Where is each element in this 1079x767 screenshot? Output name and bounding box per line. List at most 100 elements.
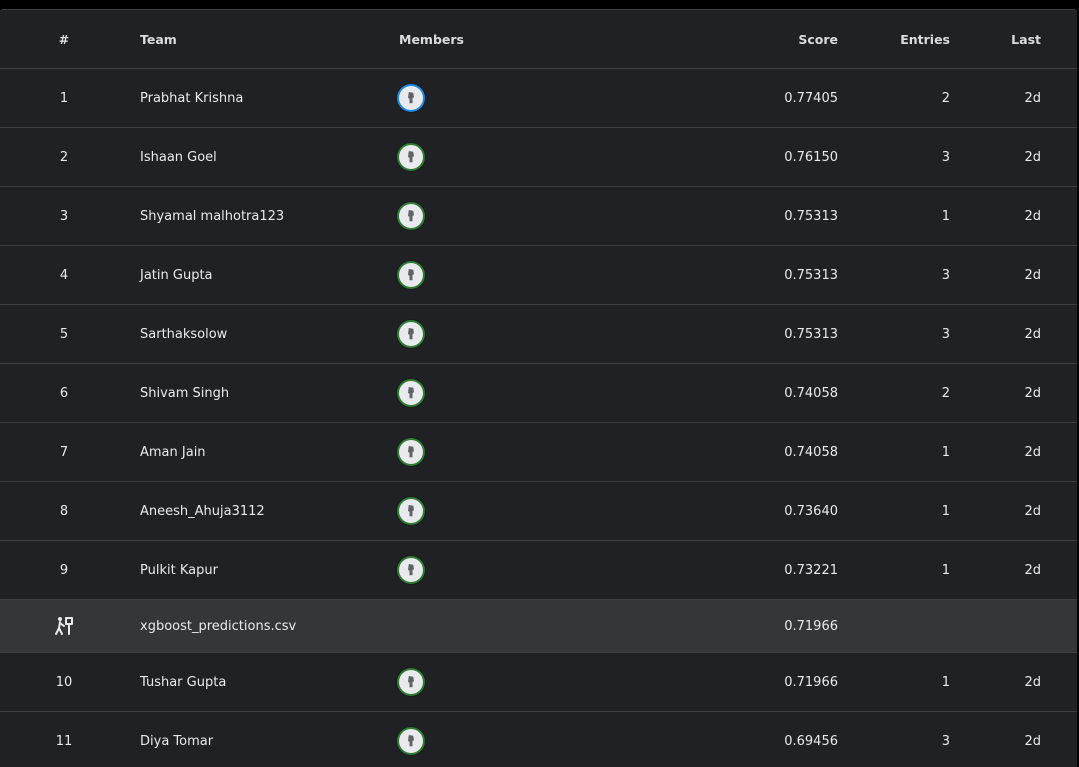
member-avatar[interactable] — [399, 145, 423, 169]
table-row[interactable]: 1 Prabhat Krishna 0.77405 2 2d — [0, 69, 1077, 128]
team-name[interactable]: Diya Tomar — [140, 712, 390, 767]
score-cell: 0.75313 — [784, 208, 838, 224]
team-name[interactable]: Shyamal malhotra123 — [140, 187, 390, 245]
last-cell: 2d — [1024, 562, 1041, 578]
team-name[interactable]: Aneesh_Ahuja3112 — [140, 482, 390, 540]
team-name[interactable]: Prabhat Krishna — [140, 69, 390, 127]
header-rank[interactable]: # — [40, 10, 88, 68]
rank-cell: 1 — [59, 90, 69, 106]
score-cell: 0.74058 — [784, 444, 838, 460]
last-cell: 2d — [1024, 674, 1041, 690]
members-cell — [399, 423, 599, 481]
members-cell — [399, 246, 599, 304]
entries-cell: 1 — [941, 562, 950, 578]
header-score[interactable]: Score — [640, 10, 838, 68]
last-cell: 2d — [1024, 503, 1041, 519]
members-cell — [399, 482, 599, 540]
entries-cell: 3 — [941, 149, 950, 165]
member-avatar[interactable] — [399, 86, 423, 110]
member-avatar[interactable] — [399, 729, 423, 753]
entries-cell: 3 — [941, 267, 950, 283]
submission-filename[interactable]: xgboost_predictions.csv — [140, 600, 390, 652]
submission-score: 0.71966 — [784, 618, 838, 634]
table-row[interactable]: 5 Sarthaksolow 0.75313 3 2d — [0, 305, 1077, 364]
score-cell: 0.76150 — [784, 149, 838, 165]
user-avatar-icon — [408, 676, 414, 688]
members-cell — [399, 541, 599, 599]
user-avatar-icon — [408, 328, 414, 340]
members-cell — [399, 364, 599, 422]
header-team[interactable]: Team — [140, 10, 390, 68]
table-row[interactable]: 9 Pulkit Kapur 0.73221 1 2d — [0, 541, 1077, 600]
user-avatar-icon — [408, 210, 414, 222]
rank-cell: 4 — [59, 267, 69, 283]
last-cell: 2d — [1024, 385, 1041, 401]
user-avatar-icon — [408, 269, 414, 281]
header-entries[interactable]: Entries — [870, 10, 950, 68]
score-cell: 0.74058 — [784, 385, 838, 401]
table-row[interactable]: 11 Diya Tomar 0.69456 3 2d — [0, 712, 1077, 767]
last-cell: 2d — [1024, 90, 1041, 106]
members-cell — [399, 69, 599, 127]
rank-cell: 8 — [59, 503, 69, 519]
rank-cell: 2 — [59, 149, 69, 165]
user-avatar-icon — [408, 387, 414, 399]
member-avatar[interactable] — [399, 499, 423, 523]
table-row[interactable]: 3 Shyamal malhotra123 0.75313 1 2d — [0, 187, 1077, 246]
members-cell — [399, 305, 599, 363]
member-avatar[interactable] — [399, 440, 423, 464]
submission-icon — [40, 600, 88, 652]
rank-cell: 10 — [55, 674, 73, 690]
table-row[interactable]: 6 Shivam Singh 0.74058 2 2d — [0, 364, 1077, 423]
last-cell: 2d — [1024, 208, 1041, 224]
table-row[interactable]: 4 Jatin Gupta 0.75313 3 2d — [0, 246, 1077, 305]
score-cell: 0.77405 — [784, 90, 838, 106]
table-row[interactable]: 2 Ishaan Goel 0.76150 3 2d — [0, 128, 1077, 187]
user-avatar-icon — [408, 505, 414, 517]
members-cell — [399, 653, 599, 711]
rank-cell: 6 — [59, 385, 69, 401]
header-last[interactable]: Last — [960, 10, 1041, 68]
members-cell — [399, 187, 599, 245]
table-header: # Team Members Score Entries Last — [0, 10, 1077, 69]
member-avatar[interactable] — [399, 204, 423, 228]
entries-cell: 1 — [941, 444, 950, 460]
entries-cell: 1 — [941, 208, 950, 224]
table-row[interactable]: 10 Tushar Gupta 0.71966 1 2d — [0, 653, 1077, 712]
team-name[interactable]: Tushar Gupta — [140, 653, 390, 711]
entries-cell: 3 — [941, 733, 950, 749]
entries-cell: 2 — [941, 90, 950, 106]
member-avatar[interactable] — [399, 263, 423, 287]
rank-cell: 5 — [59, 326, 69, 342]
member-avatar[interactable] — [399, 381, 423, 405]
table-row[interactable]: 7 Aman Jain 0.74058 1 2d — [0, 423, 1077, 482]
entries-cell: 1 — [941, 503, 950, 519]
team-name[interactable]: Shivam Singh — [140, 364, 390, 422]
rank-cell: 11 — [55, 733, 73, 749]
rank-cell: 3 — [59, 208, 69, 224]
member-avatar[interactable] — [399, 322, 423, 346]
entries-cell: 3 — [941, 326, 950, 342]
user-avatar-icon — [408, 92, 414, 104]
team-name[interactable]: Sarthaksolow — [140, 305, 390, 363]
score-cell: 0.71966 — [784, 674, 838, 690]
member-avatar[interactable] — [399, 558, 423, 582]
team-name[interactable]: Pulkit Kapur — [140, 541, 390, 599]
team-name[interactable]: Aman Jain — [140, 423, 390, 481]
team-name[interactable]: Ishaan Goel — [140, 128, 390, 186]
user-avatar-icon — [408, 564, 414, 576]
score-cell: 0.75313 — [784, 267, 838, 283]
user-avatar-icon — [408, 446, 414, 458]
last-cell: 2d — [1024, 267, 1041, 283]
score-cell: 0.73640 — [784, 503, 838, 519]
members-cell — [399, 712, 599, 767]
table-row[interactable]: 8 Aneesh_Ahuja3112 0.73640 1 2d — [0, 482, 1077, 541]
submission-row[interactable]: xgboost_predictions.csv 0.71966 — [0, 600, 1077, 653]
score-cell: 0.69456 — [784, 733, 838, 749]
member-avatar[interactable] — [399, 670, 423, 694]
team-name[interactable]: Jatin Gupta — [140, 246, 390, 304]
rank-cell: 7 — [59, 444, 69, 460]
score-cell: 0.73221 — [784, 562, 838, 578]
leaderboard-table: # Team Members Score Entries Last 1 Prab… — [0, 9, 1077, 767]
last-cell: 2d — [1024, 733, 1041, 749]
